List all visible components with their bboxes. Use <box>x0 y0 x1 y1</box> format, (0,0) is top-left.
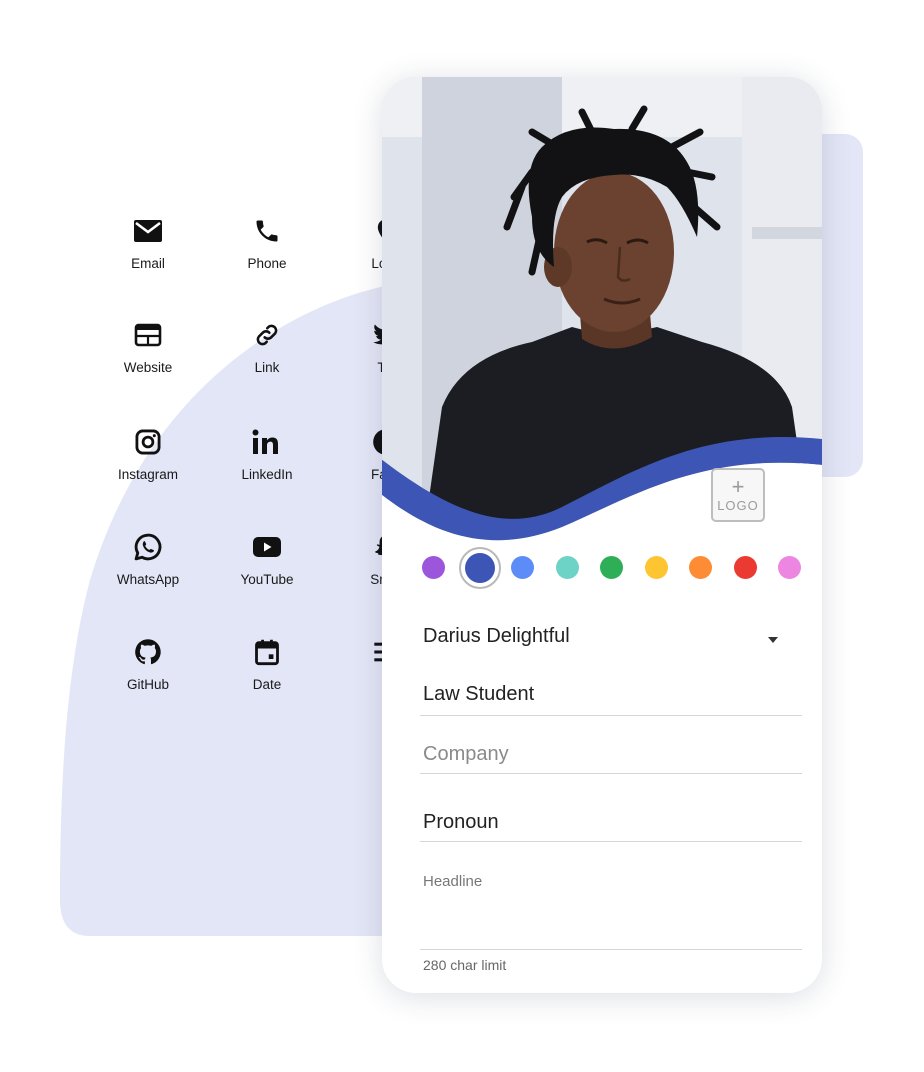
headline-placeholder: Headline <box>423 873 483 890</box>
title-underline <box>420 715 802 716</box>
color-swatch[interactable] <box>422 556 445 579</box>
name-value: Darius Delightful <box>423 625 570 647</box>
add-logo-button[interactable]: + LOGO <box>711 468 765 522</box>
color-swatch[interactable] <box>511 556 534 579</box>
field-option-label: Phone <box>247 256 287 271</box>
field-option-whatsapp[interactable]: WhatsApp <box>88 528 208 587</box>
pronoun-field[interactable]: Pronoun <box>420 811 802 843</box>
color-swatch[interactable] <box>778 556 801 579</box>
field-option-youtube[interactable]: YouTube <box>207 528 327 587</box>
field-option-label: Email <box>131 256 165 271</box>
envelope-icon <box>88 212 208 250</box>
company-field[interactable]: Company <box>420 743 802 775</box>
field-option-instagram[interactable]: Instagram <box>88 423 208 482</box>
field-option-label: Link <box>254 360 280 375</box>
color-swatch[interactable] <box>600 556 623 579</box>
company-placeholder: Company <box>423 743 509 765</box>
color-swatch[interactable] <box>734 556 757 579</box>
field-option-email[interactable]: Email <box>88 212 208 271</box>
headline-field[interactable]: Headline <box>420 873 802 953</box>
logo-label: LOGO <box>717 497 759 513</box>
field-option-label: WhatsApp <box>116 572 180 587</box>
char-limit-text: 280 char limit <box>423 957 507 973</box>
field-option-label: YouTube <box>240 572 294 587</box>
color-swatch[interactable] <box>556 556 579 579</box>
color-swatch[interactable] <box>465 553 495 583</box>
phone-icon <box>207 212 327 250</box>
field-option-github[interactable]: GitHub <box>88 633 208 692</box>
whatsapp-icon <box>88 528 208 566</box>
company-underline <box>420 773 802 774</box>
calendar-icon <box>207 633 327 671</box>
field-option-website[interactable]: Website <box>88 316 208 375</box>
field-option-label: Date <box>252 677 282 692</box>
linkedin-icon <box>207 423 327 461</box>
github-icon <box>88 633 208 671</box>
title-field[interactable]: Law Student <box>420 683 802 717</box>
field-option-date[interactable]: Date <box>207 633 327 692</box>
pronoun-underline <box>420 841 802 842</box>
link-icon <box>207 316 327 354</box>
color-swatch[interactable] <box>645 556 668 579</box>
browser-window-icon <box>88 316 208 354</box>
field-option-phone[interactable]: Phone <box>207 212 327 271</box>
field-option-label: GitHub <box>126 677 170 692</box>
field-option-label: Instagram <box>117 467 179 482</box>
pronoun-value: Pronoun <box>423 811 499 833</box>
name-dropdown[interactable]: Darius Delightful <box>420 625 802 655</box>
youtube-icon <box>207 528 327 566</box>
plus-icon: + <box>731 473 745 499</box>
field-option-label: Website <box>123 360 173 375</box>
field-option-label: LinkedIn <box>241 467 293 482</box>
card-editor-phone: + LOGO Darius Delightful Law Student Com… <box>382 77 822 993</box>
headline-underline <box>420 949 802 950</box>
color-swatch[interactable] <box>689 556 712 579</box>
char-limit-hint: 280 char limit <box>420 957 802 977</box>
field-option-link[interactable]: Link <box>207 316 327 375</box>
field-option-linkedin[interactable]: LinkedIn <box>207 423 327 482</box>
title-value: Law Student <box>423 683 535 705</box>
caret-down-icon <box>768 637 778 643</box>
instagram-icon <box>88 423 208 461</box>
